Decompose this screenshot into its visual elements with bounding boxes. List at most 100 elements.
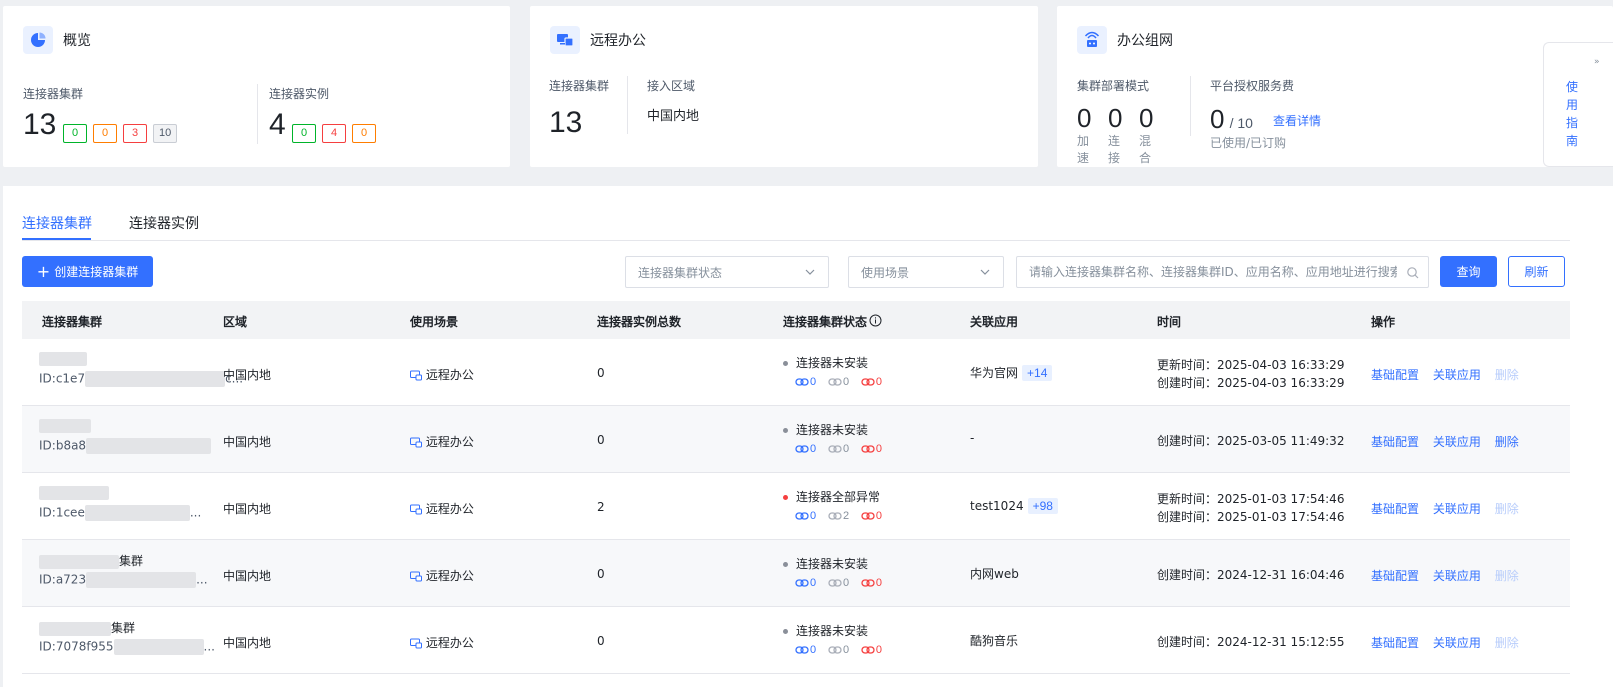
- delete-link: 删除: [1494, 569, 1519, 583]
- link-icon: [795, 645, 809, 654]
- refresh-button[interactable]: 刷新: [1508, 256, 1565, 287]
- basic-config-link[interactable]: 基础配置: [1371, 636, 1419, 650]
- idle-count: 0: [842, 577, 850, 589]
- redacted-name: [39, 554, 119, 569]
- cluster-name: [39, 418, 211, 434]
- more-apps-tag[interactable]: +98: [1027, 498, 1058, 514]
- info-icon[interactable]: [869, 314, 882, 327]
- search-icon[interactable]: [1406, 266, 1420, 280]
- related-apps-link[interactable]: 关联应用: [1433, 502, 1481, 516]
- related-apps-cell: test1024 +98: [970, 498, 1058, 514]
- related-apps-link[interactable]: 关联应用: [1433, 368, 1481, 382]
- overview-instance-label: 连接器实例: [269, 87, 330, 101]
- cluster-name-cell: ID:c1e7 c...: [39, 351, 243, 387]
- remote-office-title: 远程办公: [590, 33, 646, 49]
- redacted-id: [113, 639, 204, 655]
- delete-link: 删除: [1494, 636, 1519, 650]
- side-tab-char: 用: [1566, 98, 1579, 112]
- app-name: test1024: [970, 499, 1024, 513]
- mode-value: 0: [1139, 103, 1154, 133]
- cluster-status-select[interactable]: 连接器集群状态: [625, 256, 829, 288]
- fee-label: 平台授权服务费: [1210, 79, 1295, 93]
- connected-count: 0: [810, 510, 817, 522]
- region-cell: 中国内地: [223, 368, 272, 382]
- mode-label: 连接: [1108, 134, 1121, 165]
- connected-count: 0: [810, 443, 817, 455]
- related-apps-cell: 华为官网 +14: [970, 364, 1053, 381]
- query-button[interactable]: 查询: [1440, 256, 1497, 287]
- basic-config-link[interactable]: 基础配置: [1371, 569, 1419, 583]
- search-input[interactable]: [1017, 265, 1397, 279]
- basic-config-link[interactable]: 基础配置: [1371, 435, 1419, 449]
- status-cell: 连接器未安装 0 0 0: [783, 354, 890, 388]
- search-box[interactable]: [1016, 256, 1429, 288]
- link-icon: [795, 377, 809, 386]
- link-icon: [861, 645, 875, 654]
- link-icon: [828, 444, 842, 453]
- fee-used: 0: [1210, 104, 1225, 134]
- link-icon: [828, 645, 842, 654]
- cluster-name: [39, 351, 243, 367]
- related-apps-link[interactable]: 关联应用: [1433, 435, 1481, 449]
- actions-cell: 基础配置 关联应用 删除: [1371, 567, 1519, 584]
- redacted-name: [39, 418, 91, 433]
- related-apps-link[interactable]: 关联应用: [1433, 636, 1481, 650]
- table-row: 集群 ID:7078f955... 中国内地 远程办公 0 连接器未安装 0 0…: [22, 607, 1570, 674]
- col-related-apps: 关联应用: [970, 315, 1019, 329]
- table-row: ID:c1e7 c... 中国内地 远程办公 0 连接器未安装 0 0 0 华为官…: [22, 339, 1570, 406]
- user-guide-side-tab[interactable]: » 使 用 指 南: [1543, 42, 1613, 167]
- link-icon: [861, 511, 875, 520]
- scene-select[interactable]: 使用场景: [848, 256, 1004, 288]
- side-tab-char: 南: [1566, 134, 1579, 148]
- instance-count-cell: 0: [597, 433, 605, 447]
- region-cell: 中国内地: [223, 502, 272, 516]
- table-header: 连接器集群 区域 使用场景 连接器实例总数 连接器集群状态 关联应用 时间 操作: [22, 301, 1570, 339]
- create-cluster-label: 创建连接器集群: [54, 265, 139, 279]
- basic-config-link[interactable]: 基础配置: [1371, 368, 1419, 382]
- related-apps-link[interactable]: 关联应用: [1433, 569, 1481, 583]
- more-apps-tag[interactable]: +14: [1022, 365, 1053, 381]
- cluster-status-placeholder: 连接器集群状态: [638, 265, 723, 280]
- badge-green: 0: [63, 124, 87, 143]
- view-details-link[interactable]: 查看详情: [1273, 112, 1321, 129]
- scene-cell: 远程办公: [410, 567, 474, 584]
- overview-header: 概览: [23, 26, 91, 54]
- main-panel: 连接器集群 连接器实例 + 创建连接器集群 连接器集群状态 使用场景 查询 刷新…: [3, 186, 1613, 687]
- monitor-icon: [410, 571, 422, 582]
- status-label: 连接器全部异常: [796, 490, 881, 504]
- time-cell: 创建时间：2025-03-05 11:49:32: [1157, 432, 1344, 450]
- tab-connector-clusters[interactable]: 连接器集群: [22, 213, 92, 233]
- cluster-id: ID:b8a8: [39, 438, 212, 454]
- status-cell: 连接器未安装 0 0 0: [783, 622, 890, 656]
- instance-count-cell: 0: [597, 366, 605, 380]
- status-counters: 0 0 0: [795, 374, 890, 388]
- actions-cell: 基础配置 关联应用 删除: [1371, 433, 1519, 450]
- delete-link[interactable]: 删除: [1495, 435, 1519, 449]
- created-time: 创建时间：2025-03-05 11:49:32: [1157, 434, 1345, 448]
- app-name: -: [970, 431, 975, 445]
- connected-count: 0: [810, 644, 817, 656]
- delete-link: 删除: [1494, 368, 1519, 382]
- create-cluster-button[interactable]: + 创建连接器集群: [22, 256, 153, 287]
- col-instance-count: 连接器实例总数: [597, 315, 682, 329]
- instance-count-cell: 0: [597, 567, 605, 581]
- cluster-name-cell: 集群 ID:7078f955...: [39, 619, 215, 655]
- cluster-id: ID:a723...: [39, 572, 208, 588]
- divider: [627, 76, 628, 134]
- updated-time: 更新时间：2025-01-03 17:54:46: [1157, 492, 1345, 506]
- scene-label: 远程办公: [425, 435, 474, 449]
- status-cell: 连接器未安装 0 0 0: [783, 555, 890, 589]
- basic-config-link[interactable]: 基础配置: [1371, 502, 1419, 516]
- monitor-icon: [410, 638, 422, 649]
- tab-connector-instances[interactable]: 连接器实例: [129, 213, 199, 233]
- scene-label: 远程办公: [425, 636, 474, 650]
- created-time: 创建时间：2024-12-31 15:12:55: [1157, 635, 1345, 649]
- idle-count: 0: [842, 443, 850, 455]
- status-dot: [783, 361, 788, 366]
- cluster-id-prefix: ID:b8a8: [39, 438, 87, 453]
- error-count: 0: [875, 376, 883, 388]
- status-counters: 0 0 0: [795, 441, 890, 455]
- link-icon: [828, 377, 842, 386]
- app-name: 华为官网: [970, 366, 1019, 380]
- table-row: ID:b8a8 中国内地 远程办公 0 连接器未安装 0 0 0 - 创建时间：…: [22, 406, 1570, 473]
